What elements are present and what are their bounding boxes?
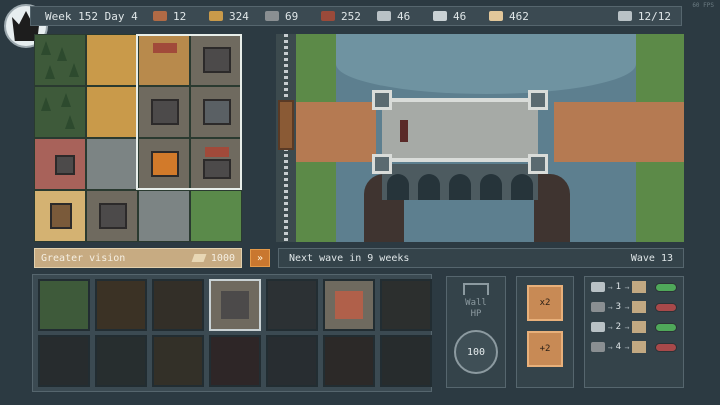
bread-icon <box>591 302 605 312</box>
resource-workers: 12/12 <box>617 10 671 23</box>
wave-number: Wave 13 <box>630 252 673 264</box>
resource-bread: 69 <box>265 10 311 23</box>
build-card-workshop[interactable] <box>323 335 375 387</box>
ability-button[interactable]: Greater vision 1000 <box>34 248 242 268</box>
pickaxe-icon <box>591 322 605 332</box>
bread-icon <box>591 342 605 352</box>
crown-outline-icon <box>463 283 489 295</box>
production-row: → 2 → <box>591 321 677 333</box>
grid-tile-forest[interactable] <box>34 34 86 86</box>
build-card-claypit[interactable] <box>209 335 261 387</box>
grid-tile-workshop[interactable] <box>190 138 242 190</box>
build-card-market[interactable] <box>152 279 204 331</box>
wood-log-icon <box>153 11 167 21</box>
grid-tile-grass[interactable] <box>190 190 242 242</box>
grid-tile-mine[interactable] <box>138 190 190 242</box>
build-card-windmill[interactable] <box>152 335 204 387</box>
stone-bridge <box>372 90 548 200</box>
wall-hp-value: 100 <box>454 330 498 374</box>
ability-label: Greater vision <box>41 252 126 264</box>
city-wall <box>276 34 296 242</box>
build-card-quarry[interactable] <box>266 279 318 331</box>
build-card-barracks[interactable] <box>38 335 90 387</box>
road-left <box>296 102 376 162</box>
grid-tile-quarry[interactable] <box>86 138 138 190</box>
grid-tile-tower[interactable] <box>86 190 138 242</box>
production-list: → 1 → → 3 → → 2 → → 4 → <box>584 276 684 388</box>
resource-wheat: 324 <box>209 10 255 23</box>
gold-bar-icon <box>632 281 647 293</box>
resource-wood: 12 <box>153 10 199 23</box>
production-toggle[interactable] <box>655 322 677 332</box>
fps-counter: 60 FPS <box>692 2 714 9</box>
double-speed-stopwatch-icon[interactable]: x2 <box>527 285 563 321</box>
wheat-icon <box>209 11 223 21</box>
wall-hp-panel: Wall HP 100 <box>446 276 506 388</box>
resource-tools: 46 <box>377 10 423 23</box>
brick-icon <box>321 11 335 21</box>
road-right <box>554 102 684 162</box>
resource-iron: 46 <box>433 10 479 23</box>
build-card-field[interactable] <box>95 279 147 331</box>
build-card-forge[interactable] <box>323 279 375 331</box>
grid-tile-barracks[interactable] <box>190 34 242 86</box>
gold-bar-icon <box>632 301 647 313</box>
production-row: → 4 → <box>591 341 677 353</box>
pickaxe-icon <box>591 282 605 292</box>
ability-cost: 1000 <box>210 252 235 264</box>
worker-hand-icon <box>617 11 632 21</box>
production-toggle[interactable] <box>655 342 677 352</box>
resource-topbar: Week 152 Day 4 12 324 69 252 46 46 462 1… <box>30 6 682 26</box>
grid-tile-house[interactable] <box>138 86 190 138</box>
build-card-tavern[interactable] <box>380 335 432 387</box>
build-cards-panel <box>32 274 432 392</box>
build-card-chapel[interactable] <box>95 335 147 387</box>
grid-tile-forest[interactable] <box>34 86 86 138</box>
city-gate[interactable] <box>278 100 294 150</box>
grid-tile-market[interactable] <box>138 34 190 86</box>
resource-brick: 252 <box>321 10 367 23</box>
production-row: → 1 → <box>591 281 677 293</box>
pickaxe-icon <box>377 11 391 21</box>
resource-gold: 462 <box>489 10 535 23</box>
grid-tile-field[interactable] <box>86 34 138 86</box>
production-toggle[interactable] <box>655 302 677 312</box>
build-card-mine[interactable] <box>266 335 318 387</box>
wave-status-bar: Next wave in 9 weeks Wave 13 <box>278 248 684 268</box>
gold-bar-icon <box>632 321 647 333</box>
bread-icon <box>265 11 279 21</box>
soldier-unit[interactable] <box>400 120 408 142</box>
grid-tile-chapel[interactable] <box>190 86 242 138</box>
powers-panel: x2 +2 <box>516 276 574 388</box>
production-toggle[interactable] <box>655 282 677 292</box>
build-card-forest[interactable] <box>38 279 90 331</box>
build-card-tower[interactable] <box>380 279 432 331</box>
fast-forward-button[interactable]: » <box>250 249 270 267</box>
gold-bar-icon <box>191 254 207 262</box>
gold-bar-icon <box>489 11 503 21</box>
extra-worker-hand-icon[interactable]: +2 <box>527 331 563 367</box>
next-wave-text: Next wave in 9 weeks <box>289 252 410 264</box>
build-card-house[interactable] <box>209 279 261 331</box>
production-row: → 3 → <box>591 301 677 313</box>
week-day-label: Week 152 Day 4 <box>45 9 138 23</box>
world-map-view[interactable] <box>296 34 684 242</box>
grid-tile-windmill[interactable] <box>34 190 86 242</box>
gold-bar-icon <box>632 341 647 353</box>
iron-bar-icon <box>433 11 447 21</box>
grid-tile-field[interactable] <box>86 86 138 138</box>
town-grid <box>34 34 242 242</box>
grid-tile-forge[interactable] <box>138 138 190 190</box>
grid-tile-claypit[interactable] <box>34 138 86 190</box>
